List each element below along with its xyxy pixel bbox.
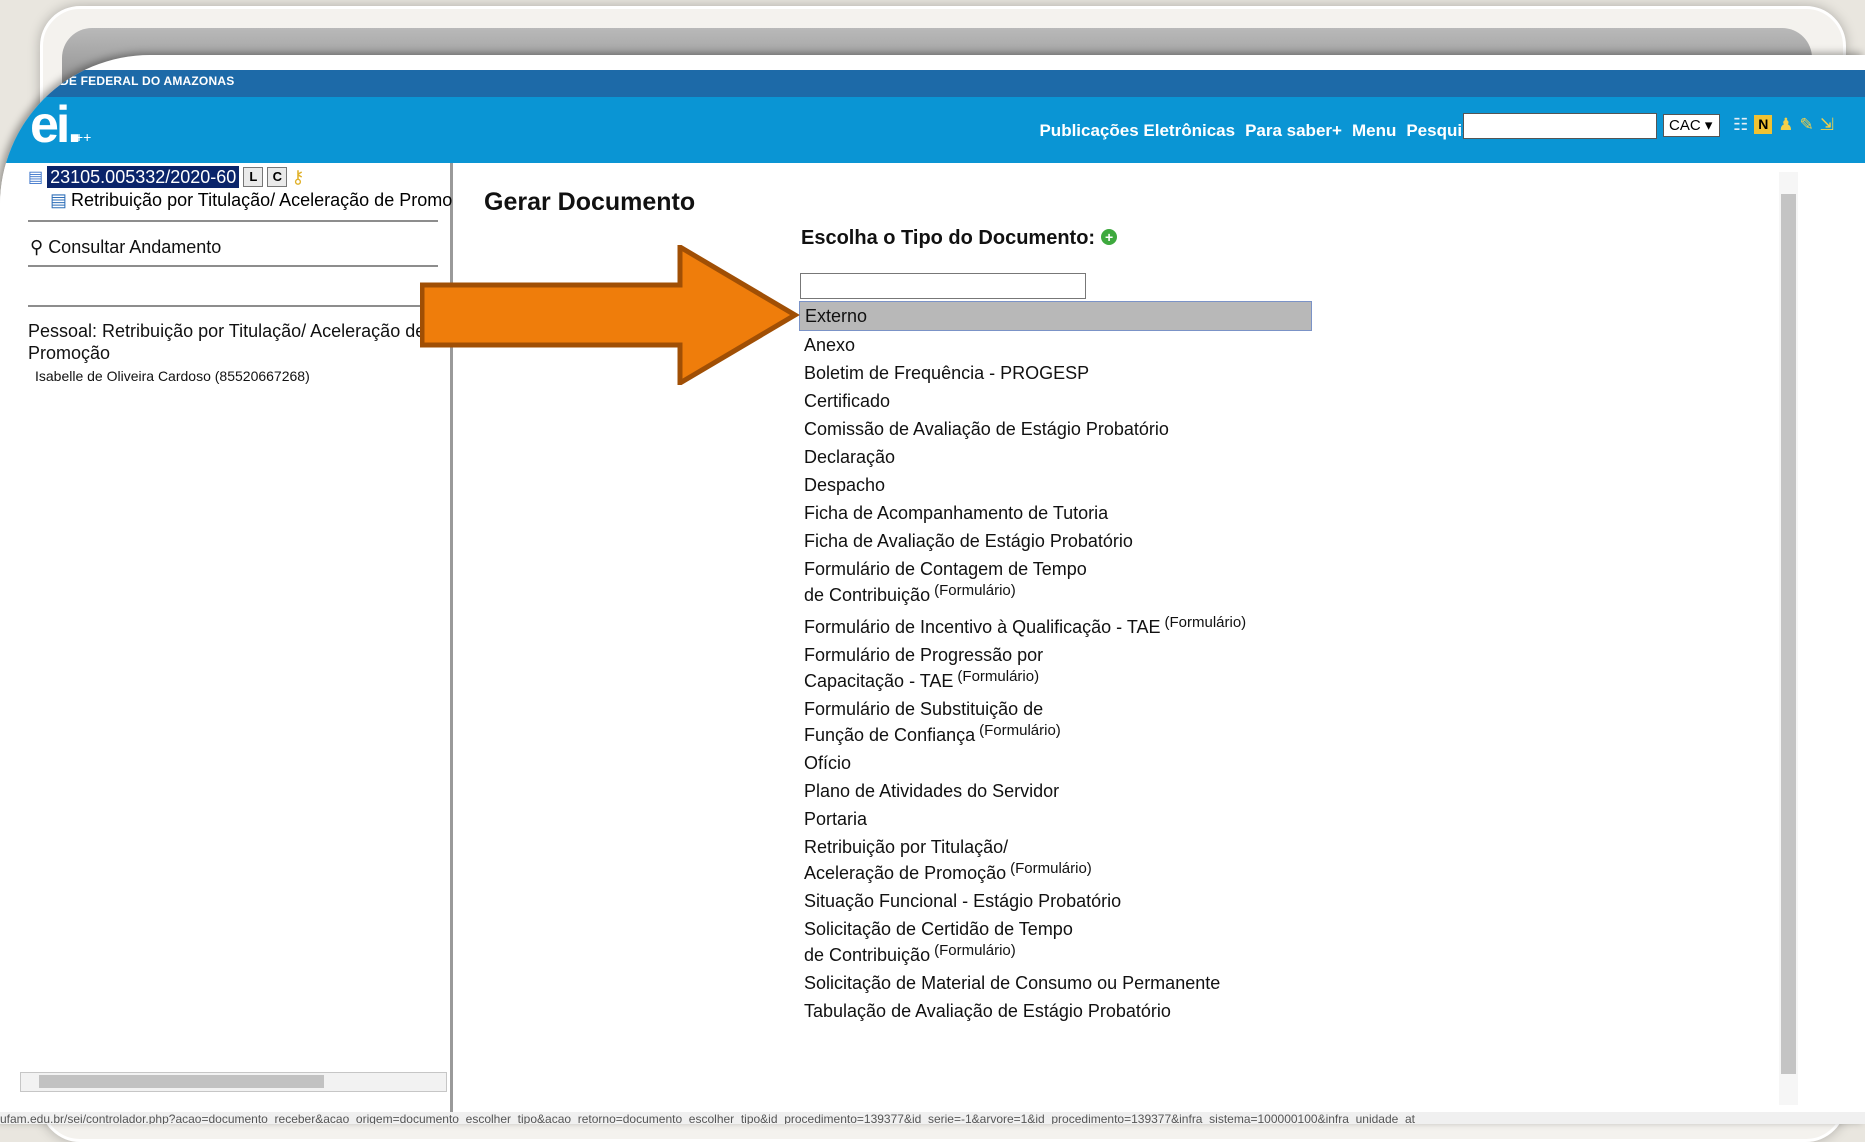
consult-label[interactable]: Consultar Andamento	[48, 237, 221, 258]
news-icon[interactable]: N	[1754, 115, 1773, 134]
wrench-icon[interactable]: ✎	[1800, 115, 1814, 135]
dropdown-arrow-icon: ▾	[1704, 117, 1713, 134]
document-type-option[interactable]: Boletim de Frequência - PROGESP	[799, 359, 1312, 387]
tree-divider	[28, 265, 438, 267]
toolbar-icons: ☷ N ♟ ✎ ⇲	[1733, 115, 1834, 135]
highlight-arrow	[420, 245, 800, 385]
document-type-label: Solicitação de Material de Consumo ou Pe…	[804, 973, 1221, 993]
document-type-option[interactable]: Retribuição por Titulação/ Aceleração de…	[799, 833, 1099, 887]
tree-divider	[28, 305, 438, 307]
vertical-scrollbar[interactable]	[1779, 172, 1798, 1105]
document-type-label: Despacho	[804, 475, 886, 495]
magnifier-icon: ⚲	[30, 237, 44, 257]
document-type-label-text: Escolha o Tipo do Documento:	[801, 227, 1096, 249]
document-type-option[interactable]: Formulário de Progressão por Capacitação…	[799, 641, 1099, 695]
document-type-option[interactable]: Despacho	[799, 471, 1312, 499]
interested-party: Isabelle de Oliveira Cardoso (8552066726…	[35, 368, 310, 384]
document-type-option[interactable]: Tabulação de Avaliação de Estágio Probat…	[799, 997, 1312, 1025]
nav-menu[interactable]: Menu	[1352, 121, 1396, 141]
document-type-label: Certificado	[804, 391, 891, 411]
search-input[interactable]	[1463, 113, 1657, 139]
process-type: Pessoal: Retribuição por Titulação/ Acel…	[28, 321, 426, 363]
consult-progress-link[interactable]: ⚲ Consultar Andamento	[30, 237, 221, 258]
c-button[interactable]: C	[267, 167, 288, 187]
nav-publicacoes[interactable]: Publicações Eletrônicas	[1039, 121, 1235, 141]
process-node: ▤ 23105.005332/2020-60 L C ⚷	[28, 166, 305, 188]
document-type-option[interactable]: Formulário de Contagem de Tempo de Contr…	[799, 555, 1099, 609]
process-tree-panel	[0, 163, 453, 1124]
header-bar: ei. ++ Publicações Eletrônicas Para sabe…	[0, 95, 1865, 163]
document-type-option[interactable]: Declaração	[799, 443, 1312, 471]
document-type-label: Portaria	[804, 809, 868, 829]
document-type-label: Externo	[805, 306, 868, 326]
document-type-label: Declaração	[804, 447, 896, 467]
exit-icon[interactable]: ⇲	[1820, 115, 1834, 135]
document-type-option[interactable]: Solicitação de Material de Consumo ou Pe…	[799, 969, 1312, 997]
document-type-option[interactable]: Portaria	[799, 805, 1312, 833]
document-type-label: Formulário de Incentivo à Qualificação -…	[804, 617, 1161, 637]
unit-select-value: CAC	[1669, 117, 1701, 134]
document-type-option[interactable]: Externo	[799, 301, 1312, 331]
form-tag: (Formulário)	[979, 722, 1061, 739]
document-type-label: Anexo	[804, 335, 856, 355]
document-type-option[interactable]: Comissão de Avaliação de Estágio Probató…	[799, 415, 1312, 443]
document-type-label: Boletim de Frequência - PROGESP	[804, 363, 1090, 383]
key-icon[interactable]: ⚷	[291, 167, 304, 188]
document-type-label: Retribuição por Titulação/ Aceleração de…	[804, 837, 1009, 883]
document-node[interactable]: ▤ Retribuição por Titulação/ Aceleração …	[50, 190, 452, 211]
document-type-filter-input[interactable]	[800, 273, 1086, 299]
form-tag: (Formulário)	[934, 582, 1016, 599]
nav-para-saber[interactable]: Para saber+	[1245, 121, 1342, 141]
tree-divider	[28, 220, 438, 222]
page-title: Gerar Documento	[484, 188, 696, 216]
form-tag: (Formulário)	[1010, 860, 1092, 877]
unit-select[interactable]: CAC ▾	[1663, 114, 1720, 137]
document-type-label: Comissão de Avaliação de Estágio Probató…	[804, 419, 1169, 439]
document-type-option[interactable]: Certificado	[799, 387, 1312, 415]
document-type-option[interactable]: Ficha de Acompanhamento de Tutoria	[799, 499, 1312, 527]
document-type-option[interactable]: Formulário de Incentivo à Qualificação -…	[799, 609, 1312, 641]
add-icon[interactable]: +	[1101, 229, 1118, 245]
document-type-label: Tabulação de Avaliação de Estágio Probat…	[804, 1001, 1171, 1021]
document-type-label: Escolha o Tipo do Documento: +	[801, 227, 1118, 250]
organization-name: DE FEDERAL DO AMAZONAS	[60, 74, 235, 88]
document-type-option[interactable]: Plano de Atividades do Servidor	[799, 777, 1312, 805]
document-title[interactable]: Retribuição por Titulação/ Aceleração de…	[71, 190, 452, 211]
list-icon[interactable]: ☷	[1733, 115, 1748, 135]
screenshot-card: DE FEDERAL DO AMAZONAS ei. ++ Publicaçõe…	[0, 55, 1865, 1124]
document-icon: ▤	[50, 190, 68, 210]
document-type-option[interactable]: Ficha de Avaliação de Estágio Probatório	[799, 527, 1312, 555]
top-navigation: Publicações Eletrônicas Para saber+ Menu…	[1039, 121, 1481, 141]
status-bar-url: ufam.edu.br/sei/controlador.php?acao=doc…	[0, 1112, 1865, 1124]
document-type-list: Externo Anexo Boletim de Frequência - PROG…	[799, 301, 1312, 1025]
form-tag: (Formulário)	[1164, 614, 1247, 631]
document-type-label: Ficha de Acompanhamento de Tutoria	[804, 503, 1109, 523]
document-type-label: Plano de Atividades do Servidor	[804, 781, 1060, 801]
scrollbar-thumb[interactable]	[1781, 194, 1796, 1074]
form-tag: (Formulário)	[934, 942, 1016, 959]
logo-suffix: ++	[75, 129, 92, 145]
document-type-option[interactable]: Anexo	[799, 331, 1312, 359]
document-type-label: Ofício	[804, 753, 852, 773]
form-tag: (Formulário)	[957, 668, 1040, 685]
document-type-option[interactable]: Formulário de Substituição de Função de …	[799, 695, 1099, 749]
sei-logo[interactable]: ei.	[30, 95, 82, 155]
process-folder-icon: ▤	[28, 169, 44, 186]
document-type-option[interactable]: Ofício	[799, 749, 1312, 777]
document-type-option[interactable]: Solicitação de Certidão de Tempo de Cont…	[799, 915, 1099, 969]
document-type-option[interactable]: Situação Funcional - Estágio Probatório	[799, 887, 1312, 915]
horizontal-scrollbar[interactable]	[20, 1072, 447, 1092]
organization-band: DE FEDERAL DO AMAZONAS	[0, 70, 1865, 97]
document-type-label: Situação Funcional - Estágio Probatório	[804, 891, 1122, 911]
scrollbar-thumb[interactable]	[39, 1075, 324, 1088]
document-type-label: Ficha de Avaliação de Estágio Probatório	[804, 531, 1133, 551]
l-button[interactable]: L	[243, 167, 264, 187]
user-icon[interactable]: ♟	[1778, 115, 1793, 135]
process-number-link[interactable]: 23105.005332/2020-60	[47, 166, 240, 188]
